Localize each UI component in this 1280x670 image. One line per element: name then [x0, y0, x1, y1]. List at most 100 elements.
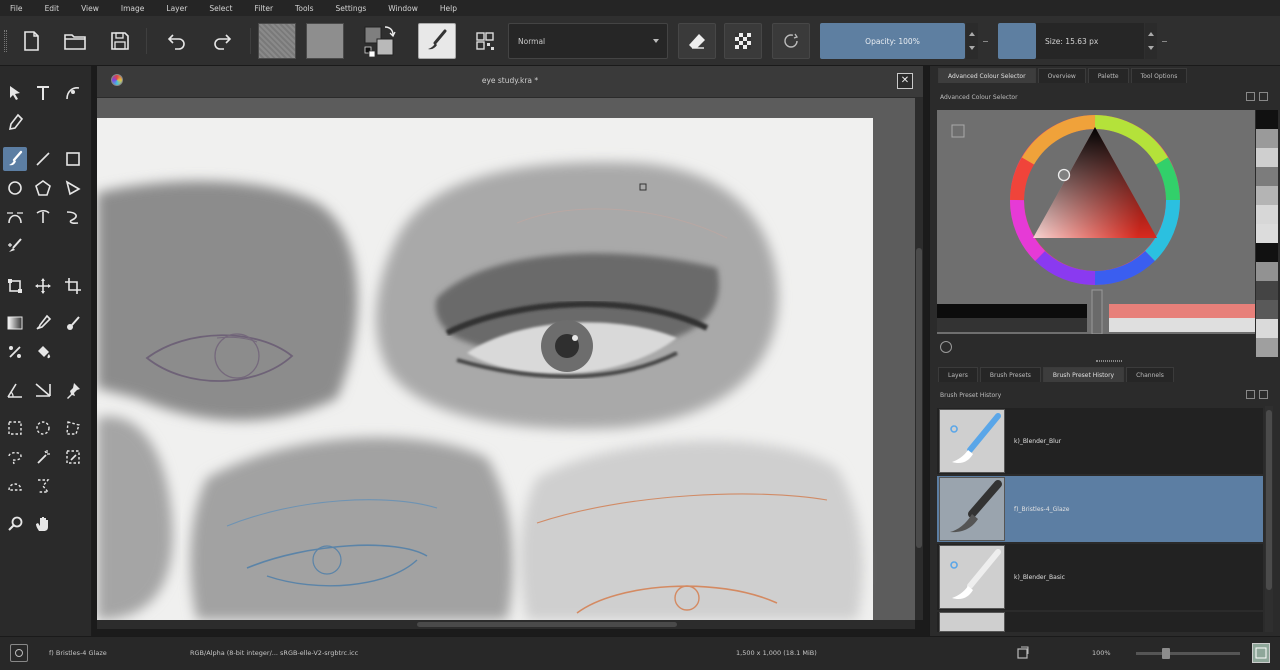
scrollbar-thumb[interactable] [916, 248, 922, 548]
crop-canvas-tool[interactable] [3, 274, 27, 298]
bezier-curve-tool[interactable] [3, 205, 27, 229]
list-item[interactable]: f)_Bristles-4_Glaze [937, 476, 1263, 542]
menu-window[interactable]: Window [388, 4, 418, 13]
size-slider-fill[interactable] [998, 23, 1036, 59]
canvas-only-toggle[interactable] [1252, 643, 1270, 663]
gradient-preset-button[interactable] [258, 23, 296, 59]
menu-file[interactable]: File [10, 4, 23, 13]
scrollbar-thumb[interactable] [1266, 410, 1272, 590]
menu-settings[interactable]: Settings [336, 4, 367, 13]
canvas-vertical-scrollbar[interactable] [915, 98, 923, 620]
tab-advanced-colour-selector[interactable]: Advanced Colour Selector [938, 68, 1036, 83]
reference-images-tool[interactable] [61, 378, 85, 402]
canvas-viewport[interactable] [97, 98, 915, 620]
close-document-button[interactable]: ✕ [897, 73, 913, 89]
list-item[interactable]: k)_Blender_Basic [937, 544, 1263, 610]
pattern-preset-button[interactable] [306, 23, 344, 59]
float-panel-icon[interactable] [1246, 390, 1255, 399]
bezier-selection-tool[interactable] [3, 474, 27, 498]
recent-color-swatch[interactable] [1256, 224, 1278, 243]
recent-color-swatch[interactable] [1256, 186, 1278, 205]
toolbar-grip[interactable] [4, 30, 7, 52]
close-panel-icon[interactable] [1259, 390, 1268, 399]
opacity-slider[interactable]: Opacity: 100% [820, 23, 965, 59]
eraser-mode-button[interactable] [678, 23, 716, 59]
tab-palette[interactable]: Palette [1087, 68, 1129, 83]
text-tool[interactable] [31, 81, 55, 105]
close-panel-icon[interactable] [1259, 92, 1268, 101]
similar-color-selection-tool[interactable] [61, 445, 85, 469]
move-tool[interactable] [31, 274, 55, 298]
recent-color-swatch[interactable] [1256, 262, 1278, 281]
document-title[interactable]: eye study.kra * [97, 76, 923, 85]
fill-tool[interactable] [31, 340, 55, 364]
tab-channels[interactable]: Channels [1126, 367, 1174, 382]
recent-color-swatch[interactable] [1256, 338, 1278, 357]
reload-preset-button[interactable] [772, 23, 810, 59]
rectangular-selection-tool[interactable] [3, 416, 27, 440]
scrollbar-thumb[interactable] [417, 622, 677, 627]
list-item[interactable] [937, 612, 1263, 632]
menu-tools[interactable]: Tools [295, 4, 313, 13]
zoom-slider[interactable] [1136, 648, 1240, 659]
recent-color-swatch[interactable] [1256, 300, 1278, 319]
tab-brush-presets[interactable]: Brush Presets [979, 367, 1041, 382]
contiguous-selection-tool[interactable] [31, 445, 55, 469]
new-document-button[interactable] [16, 26, 46, 56]
list-item[interactable]: k)_Blender_Blur [937, 408, 1263, 474]
recent-color-swatch[interactable] [1256, 243, 1278, 262]
select-shapes-tool[interactable] [3, 81, 27, 105]
brush-preview-icon[interactable] [10, 644, 28, 662]
elliptical-selection-tool[interactable] [31, 416, 55, 440]
menu-image[interactable]: Image [121, 4, 145, 13]
freehand-brush-tool[interactable] [3, 147, 27, 171]
menu-edit[interactable]: Edit [45, 4, 60, 13]
recent-color-swatch[interactable] [1256, 319, 1278, 338]
assistant-tool[interactable] [3, 340, 27, 364]
zoom-tool[interactable] [3, 512, 27, 536]
multibrush-tool[interactable] [3, 234, 27, 258]
polyline-tool[interactable] [61, 176, 85, 200]
freehand-path-tool[interactable] [31, 205, 55, 229]
freehand-selection-tool[interactable] [3, 445, 27, 469]
size-spinner[interactable] [1145, 23, 1157, 59]
line-tool[interactable] [31, 147, 55, 171]
recent-color-swatch[interactable] [1256, 281, 1278, 300]
menu-help[interactable]: Help [440, 4, 457, 13]
color-picker-handle[interactable] [1057, 168, 1071, 182]
canvas-horizontal-scrollbar[interactable] [97, 620, 915, 629]
shade-selector-handle[interactable] [1091, 289, 1103, 335]
tab-overview[interactable]: Overview [1037, 68, 1086, 83]
color-picker-tool[interactable] [31, 311, 55, 335]
blend-mode-select[interactable]: Normal [508, 23, 668, 59]
polygonal-selection-tool[interactable] [61, 416, 85, 440]
menu-select[interactable]: Select [209, 4, 232, 13]
polygon-tool[interactable] [31, 176, 55, 200]
smart-patch-tool[interactable] [61, 311, 85, 335]
measure-tool[interactable] [3, 378, 27, 402]
save-button[interactable] [105, 26, 135, 56]
undo-button[interactable] [162, 26, 192, 56]
crop-tool[interactable] [61, 274, 85, 298]
rectangle-tool[interactable] [61, 147, 85, 171]
float-panel-icon[interactable] [1246, 92, 1255, 101]
recent-color-swatch[interactable] [1256, 148, 1278, 167]
recent-color-swatch[interactable] [1256, 129, 1278, 148]
zoom-slider-handle[interactable] [1162, 648, 1170, 659]
recent-color-swatch[interactable] [1256, 205, 1278, 224]
brush-list-scrollbar[interactable] [1265, 406, 1273, 632]
pan-tool[interactable] [31, 512, 55, 536]
workspace-chooser-button[interactable] [470, 26, 500, 56]
refresh-colors-icon[interactable] [940, 341, 952, 353]
magnetic-selection-tool[interactable] [31, 474, 55, 498]
edit-shapes-tool[interactable] [61, 81, 85, 105]
zoom-level-label[interactable]: 100% [1092, 649, 1111, 657]
color-swatches-button[interactable] [360, 23, 398, 59]
dynamic-brush-tool[interactable] [61, 205, 85, 229]
size-slider[interactable]: Size: 15.63 px [1036, 23, 1144, 59]
ellipse-tool[interactable] [3, 176, 27, 200]
gradient-tool[interactable] [3, 311, 27, 335]
menu-layer[interactable]: Layer [166, 4, 187, 13]
redo-button[interactable] [207, 26, 237, 56]
tab-layers[interactable]: Layers [938, 367, 978, 382]
